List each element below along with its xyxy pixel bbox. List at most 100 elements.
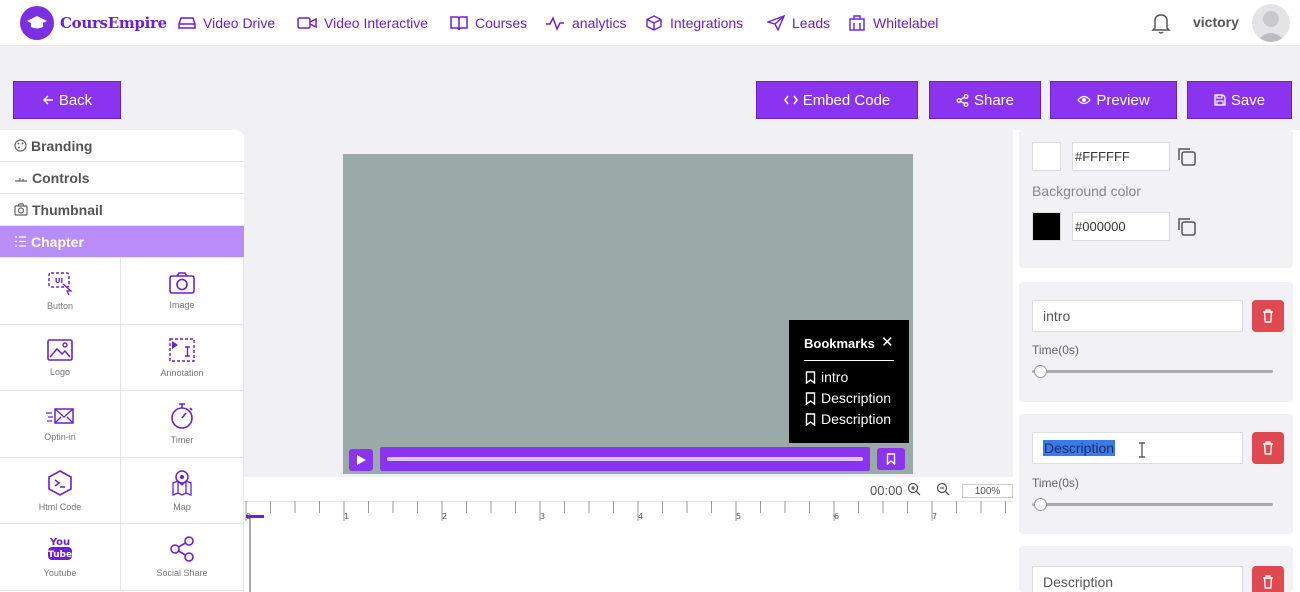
bookmark-item[interactable]: Description (805, 390, 891, 406)
top-nav: CoursEmpire Video Drive Video Interactiv… (0, 0, 1300, 46)
avatar[interactable] (1252, 4, 1290, 42)
tab-controls[interactable]: Controls (0, 162, 244, 194)
video-camera-icon (297, 17, 317, 29)
nav-integrations[interactable]: Integrations (645, 13, 743, 33)
tick-label: 3 (540, 512, 545, 521)
close-icon[interactable]: ✕ (881, 333, 894, 351)
user-name[interactable]: victory (1193, 14, 1239, 30)
eye-icon (1077, 95, 1092, 105)
cube-icon (646, 15, 662, 31)
copy-icon[interactable] (1176, 216, 1197, 237)
chapter-title-input[interactable]: intro (1032, 300, 1243, 332)
zoom-out-icon[interactable] (936, 482, 950, 496)
element-logo[interactable]: Logo (0, 324, 121, 391)
player-control-bar (343, 444, 913, 474)
slider-thumb[interactable] (1034, 498, 1047, 511)
text-cursor-icon (1139, 442, 1145, 458)
background-color-swatch[interactable] (1032, 212, 1061, 241)
logo-image-icon (47, 338, 73, 361)
chapter-title-input[interactable]: Description (1032, 566, 1243, 592)
delete-chapter-button[interactable] (1252, 566, 1284, 592)
chapter-time-slider[interactable] (1032, 503, 1273, 506)
bookmark-item[interactable]: Description (805, 411, 891, 427)
code-brackets-icon (783, 95, 798, 105)
delete-chapter-button[interactable] (1252, 432, 1284, 464)
element-optin[interactable]: Optin-in (0, 391, 121, 458)
save-button[interactable]: Save (1187, 81, 1292, 119)
element-image[interactable]: Image (121, 258, 244, 325)
trash-icon (1263, 309, 1273, 323)
play-icon (357, 455, 366, 465)
graduation-cap-icon (20, 6, 54, 40)
chapter-card: Description Time(0s) (1019, 414, 1293, 534)
nav-courses[interactable]: Courses (450, 13, 527, 33)
element-html-code[interactable]: Html Code (0, 457, 121, 524)
nav-label: Whitelabel (873, 15, 939, 31)
back-button[interactable]: Back (13, 81, 121, 119)
background-color-label: Background color (1032, 183, 1141, 199)
text-color-swatch[interactable] (1032, 142, 1061, 171)
progress-track (387, 457, 863, 461)
copy-icon[interactable] (1176, 146, 1197, 167)
text-color-hex-input[interactable]: #FFFFFF (1072, 142, 1170, 171)
nav-whitelabel[interactable]: Whitelabel (848, 13, 938, 33)
svg-text:Tube: Tube (48, 550, 72, 560)
color-card: #FFFFFF Background color #000000 (1019, 130, 1293, 268)
nav-leads[interactable]: Leads (767, 13, 830, 33)
bookmark-item[interactable]: intro (805, 369, 848, 385)
element-annotation[interactable]: Annotation (121, 324, 244, 391)
tick-label: 1 (344, 512, 349, 521)
preview-button[interactable]: Preview (1050, 81, 1177, 119)
floppy-icon (1214, 94, 1226, 106)
chapter-time-label: Time(0s) (1032, 343, 1079, 357)
chapter-time-slider[interactable] (1032, 370, 1273, 373)
annotation-icon (169, 338, 195, 362)
timeline-time: 00:00 (870, 483, 903, 498)
controls-icon (15, 178, 27, 182)
nav-video-drive[interactable]: Video Drive (178, 13, 275, 33)
timeline-ruler[interactable]: 0 1 2 3 4 5 6 7 (244, 501, 1014, 592)
zoom-level[interactable]: 100% (962, 484, 1013, 498)
tab-thumbnail[interactable]: Thumbnail (0, 194, 244, 226)
palette-icon (14, 139, 27, 152)
brand[interactable]: CoursEmpire (20, 6, 167, 40)
svg-text:UI: UI (55, 277, 63, 285)
map-icon (172, 470, 192, 496)
tick-label: 5 (736, 512, 741, 521)
nav-label: Integrations (670, 15, 744, 31)
chapter-card: intro Time(0s) (1019, 282, 1293, 402)
element-button[interactable]: UI Button (0, 258, 121, 325)
zoom-in-icon[interactable] (907, 482, 921, 496)
tab-chapter[interactable]: Chapter (0, 226, 244, 258)
element-map[interactable]: Map (121, 457, 244, 524)
bookmark-icon (805, 370, 816, 384)
element-timer[interactable]: Timer (121, 391, 244, 458)
tick-label: 4 (638, 512, 643, 521)
send-icon (767, 15, 785, 31)
play-button[interactable] (349, 449, 373, 471)
tick-label: 6 (834, 512, 839, 521)
element-youtube[interactable]: You Tube Youtube (0, 524, 121, 591)
trash-icon (1263, 575, 1273, 589)
bookmark-icon (805, 391, 816, 405)
nav-analytics[interactable]: analytics (545, 13, 626, 33)
background-color-hex-input[interactable]: #000000 (1072, 212, 1170, 241)
progress-bar[interactable] (380, 447, 870, 471)
nav-label: Video Drive (203, 15, 276, 31)
playhead-marker[interactable] (246, 515, 264, 518)
share-button[interactable]: Share (929, 81, 1041, 119)
embed-code-button[interactable]: Embed Code (756, 81, 918, 119)
bookmarks-divider (804, 360, 894, 361)
building-icon (849, 15, 865, 31)
chapter-time-label: Time(0s) (1032, 476, 1079, 490)
tab-branding[interactable]: Branding (0, 130, 244, 162)
delete-chapter-button[interactable] (1252, 300, 1284, 332)
bell-icon[interactable] (1150, 11, 1172, 35)
svg-text:You: You (49, 537, 70, 548)
slider-thumb[interactable] (1034, 365, 1047, 378)
list-icon (15, 236, 26, 247)
nav-video-interactive[interactable]: Video Interactive (297, 13, 428, 33)
timeline[interactable]: 00:00 100% 0 1 2 3 4 5 6 7 (244, 477, 1014, 592)
element-social-share[interactable]: Social Share (121, 524, 244, 591)
bookmark-toggle-button[interactable] (877, 448, 905, 470)
